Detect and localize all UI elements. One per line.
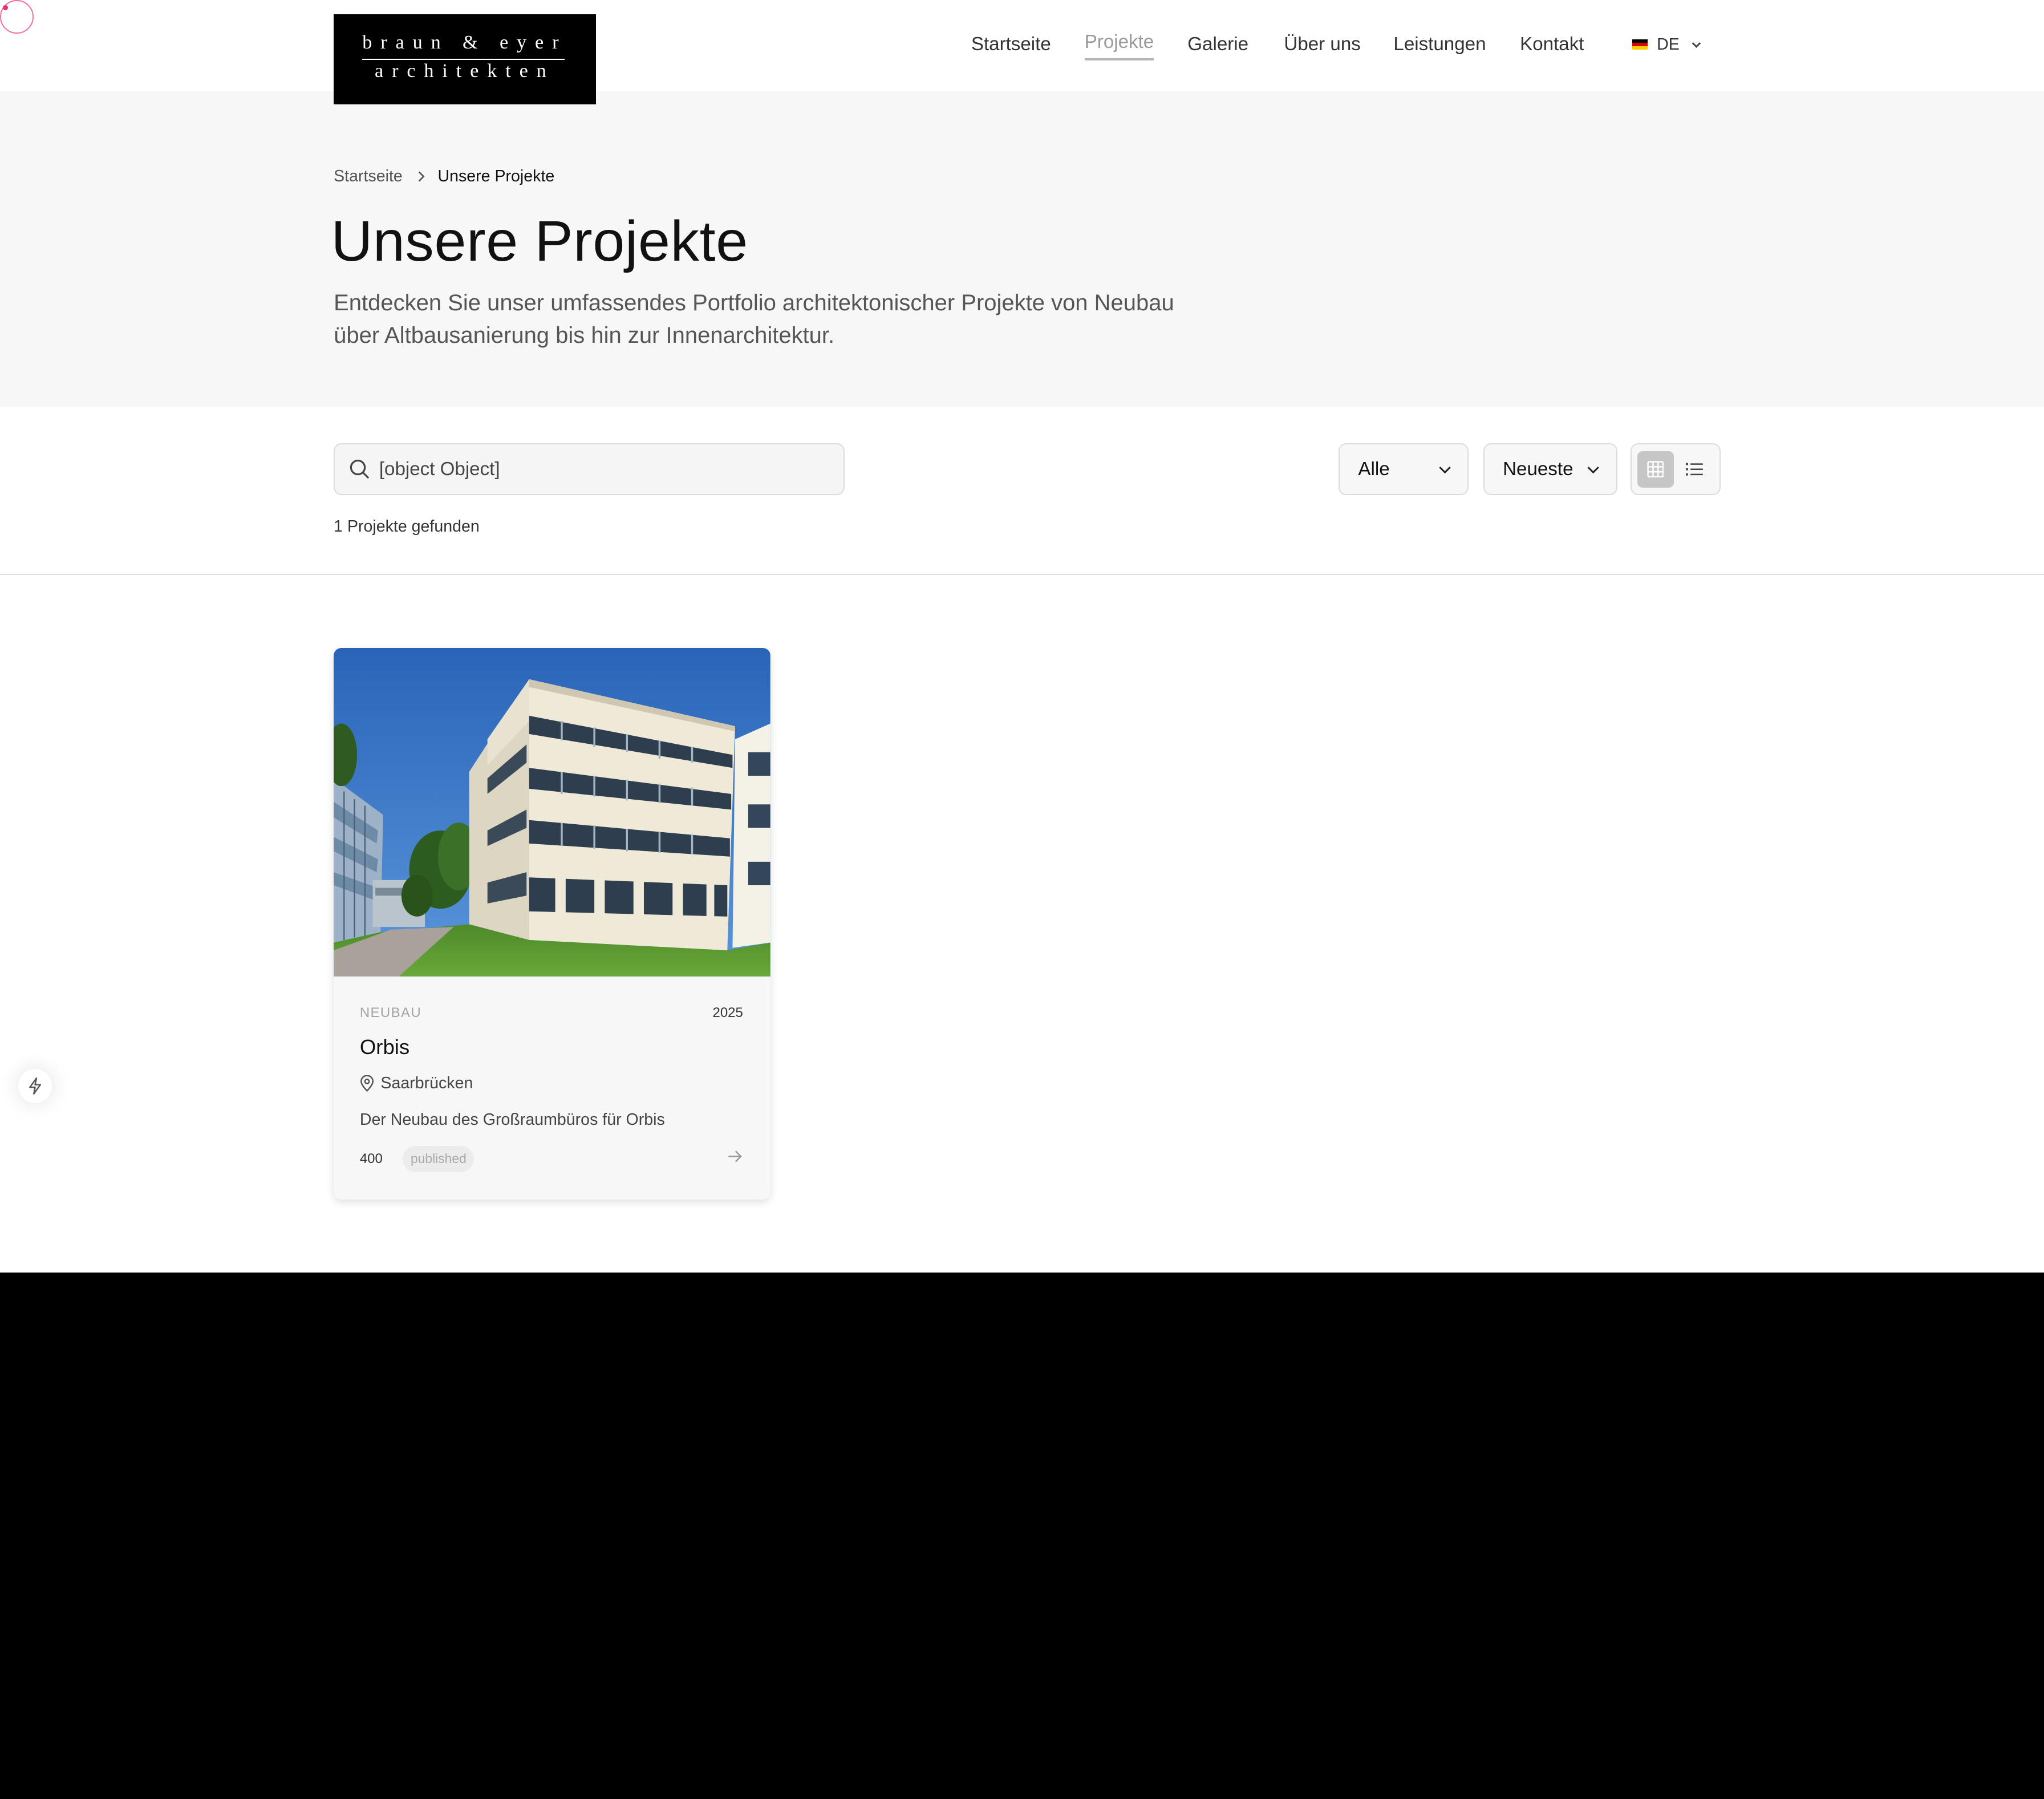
search-icon [350, 460, 369, 479]
logo[interactable]: braun & eyer architekten [334, 14, 596, 104]
chevron-down-icon [1439, 467, 1451, 474]
cursor-dot [2, 5, 8, 11]
project-title[interactable]: Orbis [360, 1035, 409, 1059]
project-location-label: Saarbrücken [380, 1074, 473, 1093]
lightning-icon [29, 1077, 42, 1095]
nav-projekte[interactable]: Projekte [1084, 31, 1154, 60]
project-card[interactable]: NEUBAU 2025 Orbis Saarbrücken Der Neubau… [334, 647, 770, 1200]
site-header: braun & eyer architekten Startseite Proj… [0, 0, 2044, 104]
page-title: Unsere Projekte [331, 209, 748, 273]
page: braun & eyer architekten Startseite Proj… [0, 0, 2044, 1273]
nav-ueber-uns[interactable]: Über uns [1284, 34, 1360, 55]
chevron-down-icon [1692, 42, 1701, 48]
view-toggle [1631, 443, 1721, 495]
filter-bar: Alle Neueste 1 Projekte gefunden [0, 407, 2044, 575]
search-input[interactable] [379, 444, 822, 494]
breadcrumb-current: Unsere Projekte [437, 167, 555, 185]
category-select-value: Alle [1358, 459, 1390, 480]
language-label: DE [1657, 35, 1680, 54]
status-badge: published [403, 1146, 474, 1172]
search-box [334, 443, 845, 495]
page-hero: Startseite Unsere Projekte Unsere Projek… [0, 91, 2044, 408]
nav-startseite[interactable]: Startseite [971, 34, 1051, 55]
grid-view-button[interactable] [1637, 451, 1674, 488]
project-views: 400 [359, 1151, 383, 1167]
quick-action-button[interactable] [18, 1069, 52, 1103]
list-icon [1686, 463, 1703, 476]
project-location: Saarbrücken [360, 1074, 473, 1093]
nav-kontakt[interactable]: Kontakt [1520, 34, 1584, 55]
result-count: 1 Projekte gefunden [334, 517, 480, 536]
logo-line-1: braun & eyer [362, 31, 567, 53]
sort-select[interactable]: Neueste [1483, 443, 1617, 495]
nav-leistungen[interactable]: Leistungen [1393, 34, 1486, 55]
list-view-button[interactable] [1676, 451, 1713, 488]
map-pin-icon [360, 1075, 374, 1092]
flag-de-icon [1632, 39, 1648, 50]
arrow-right-icon[interactable] [727, 1150, 743, 1163]
project-description: Der Neubau des Großraumbüros für Orbis [359, 1111, 665, 1129]
category-select[interactable]: Alle [1339, 443, 1469, 495]
project-image [334, 647, 770, 977]
project-year: 2025 [712, 1005, 743, 1021]
breadcrumb-home[interactable]: Startseite [334, 167, 403, 186]
chevron-down-icon [1587, 467, 1600, 474]
logo-line-2: architekten [375, 60, 555, 82]
grid-icon [1647, 461, 1664, 478]
sort-select-value: Neueste [1503, 459, 1573, 480]
nav-galerie[interactable]: Galerie [1187, 34, 1248, 55]
page-lead: Entdecken Sie unser umfassendes Portfoli… [334, 290, 1174, 348]
language-switcher[interactable]: DE [1632, 35, 1703, 54]
breadcrumb: Startseite Unsere Projekte [334, 167, 554, 186]
project-category: NEUBAU [359, 1005, 422, 1021]
chevron-right-icon [416, 170, 426, 183]
